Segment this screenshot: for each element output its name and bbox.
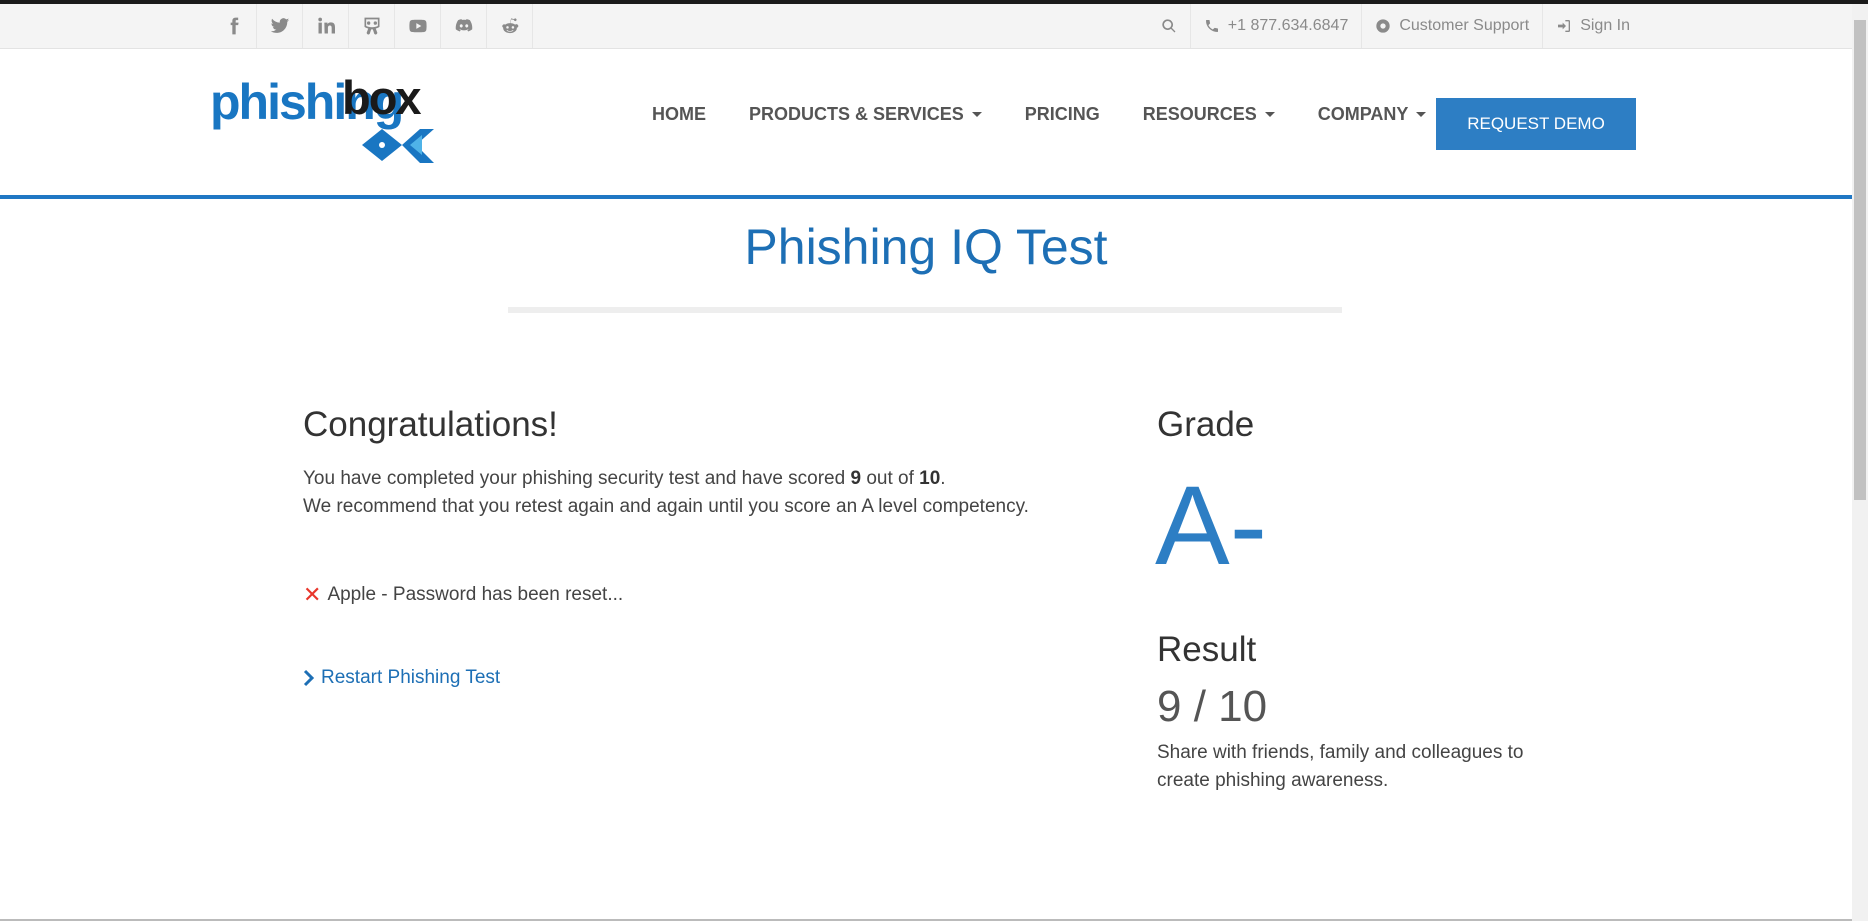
- header-divider: [0, 195, 1852, 199]
- lifebuoy-icon: [1376, 19, 1391, 33]
- result-summary: Congratulations! You have completed your…: [303, 405, 1103, 521]
- wrong-x-icon: ✕: [303, 582, 322, 607]
- message-text: .: [940, 468, 946, 489]
- sign-in-label: Sign In: [1580, 17, 1630, 34]
- result-message: You have completed your phishing securit…: [303, 465, 1103, 521]
- logo-word-box: box: [342, 71, 422, 124]
- utility-bar: +1 877.634.6847 Customer Support Sign In: [0, 4, 1852, 49]
- recommendation-text: We recommend that you retest again and a…: [303, 496, 1029, 517]
- page-title: Phishing IQ Test: [744, 219, 1108, 275]
- share-text: Share with friends, family and colleague…: [1157, 742, 1524, 791]
- restart-label: Restart Phishing Test: [321, 667, 501, 688]
- grade-heading: Grade: [1157, 405, 1255, 444]
- title-divider: [508, 307, 1342, 313]
- score-total: 10: [919, 468, 941, 489]
- request-demo-label: REQUEST DEMO: [1467, 114, 1605, 133]
- result-score: 9 / 10: [1157, 682, 1268, 731]
- caret-down-icon: [971, 111, 982, 117]
- discord-icon[interactable]: [441, 4, 487, 48]
- scrollbar-thumb[interactable]: [1854, 20, 1866, 500]
- chevron-right-icon: [303, 669, 315, 687]
- phone-link[interactable]: +1 877.634.6847: [1189, 4, 1362, 48]
- nav-products-label: PRODUCTS & SERVICES: [749, 103, 964, 124]
- nav-home-label: HOME: [652, 103, 706, 124]
- utility-links: +1 877.634.6847 Customer Support Sign In: [1148, 4, 1643, 48]
- phone-number: +1 877.634.6847: [1227, 17, 1349, 34]
- wrong-answer-label: Apple - Password has been reset...: [327, 584, 624, 605]
- facebook-icon[interactable]: [211, 4, 257, 48]
- main-nav: HOME PRODUCTS & SERVICES PRICING RESOURC…: [652, 49, 1469, 179]
- nav-home[interactable]: HOME: [652, 104, 706, 125]
- fish-logo-icon: [362, 129, 434, 163]
- search-icon: [1162, 19, 1176, 33]
- phone-icon: [1205, 20, 1218, 32]
- sign-in-icon: [1558, 20, 1571, 32]
- result-heading: Result: [1157, 630, 1257, 669]
- phishingbox-logo[interactable]: phishing box: [210, 71, 434, 171]
- nav-pricing[interactable]: PRICING: [1025, 104, 1100, 125]
- nav-pricing-label: PRICING: [1024, 103, 1100, 124]
- twitter-icon[interactable]: [257, 4, 303, 48]
- nav-company[interactable]: COMPANY: [1318, 104, 1427, 125]
- nav-products-services[interactable]: PRODUCTS & SERVICES: [749, 104, 982, 125]
- page-scrollbar[interactable]: [1852, 4, 1868, 921]
- message-text: out of: [861, 468, 920, 489]
- slideshare-icon[interactable]: [349, 4, 395, 48]
- linkedin-icon[interactable]: [303, 4, 349, 48]
- main-header: phishing box HOME PRODUCTS & SERVICES PR…: [0, 49, 1852, 195]
- youtube-icon[interactable]: [395, 4, 441, 48]
- grade-value: A-: [1155, 463, 1267, 588]
- social-links: [211, 4, 533, 48]
- sign-in-link[interactable]: Sign In: [1542, 4, 1643, 48]
- message-text: You have completed your phishing securit…: [303, 468, 851, 489]
- wrong-answer-item: ✕ Apple - Password has been reset...: [303, 582, 623, 608]
- caret-down-icon: [1264, 111, 1275, 117]
- search-button[interactable]: [1148, 4, 1190, 48]
- request-demo-button[interactable]: REQUEST DEMO: [1436, 98, 1636, 150]
- grade-panel: Grade: [1157, 405, 1557, 445]
- congratulations-heading: Congratulations!: [303, 405, 558, 444]
- nav-company-label: COMPANY: [1317, 103, 1409, 124]
- reddit-icon[interactable]: [487, 4, 533, 48]
- customer-support-link[interactable]: Customer Support: [1361, 4, 1542, 48]
- customer-support-label: Customer Support: [1399, 17, 1530, 34]
- score-value: 9: [850, 468, 862, 489]
- nav-resources[interactable]: RESOURCES: [1143, 104, 1275, 125]
- caret-down-icon: [1416, 111, 1427, 117]
- nav-resources-label: RESOURCES: [1142, 103, 1257, 124]
- restart-test-link[interactable]: Restart Phishing Test: [303, 667, 500, 689]
